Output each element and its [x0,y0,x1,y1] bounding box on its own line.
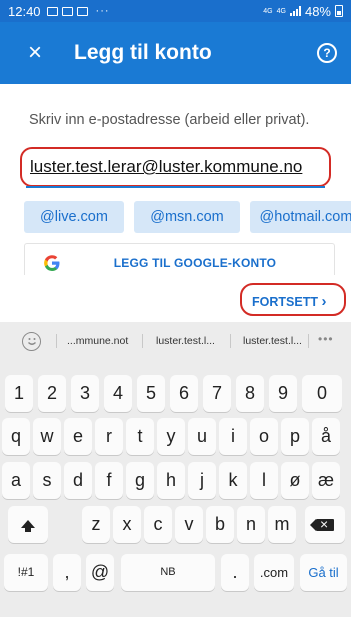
key-j[interactable]: j [188,462,216,499]
key-4[interactable]: 4 [104,375,132,412]
key-x[interactable]: x [113,506,141,543]
signal-icon [289,6,301,16]
key-6[interactable]: 6 [170,375,198,412]
key-9[interactable]: 9 [269,375,297,412]
domain-chip-hotmail[interactable]: @hotmail.com [250,201,351,233]
chevron-right-icon: › [321,293,327,310]
network-4g-icon: 4G [263,8,272,15]
message-notification-icon [61,6,73,16]
page-title: Legg til konto [74,41,212,64]
key-d[interactable]: d [64,462,92,499]
suggestion-2[interactable]: luster.test.l... [156,335,215,347]
battery-percent: 48% [304,3,331,19]
key-f[interactable]: f [95,462,123,499]
suggestion-separator [230,334,231,348]
key-p[interactable]: p [281,418,309,455]
key-c[interactable]: c [144,506,172,543]
battery-icon [335,5,343,17]
email-input-underline [26,186,325,188]
key-oe[interactable]: ø [281,462,309,499]
key-i[interactable]: i [219,418,247,455]
key-b[interactable]: b [206,506,234,543]
email-highlight [20,147,331,187]
network-4g-label-1: 4G [263,7,273,15]
emoji-icon[interactable] [22,332,41,351]
key-a[interactable]: a [2,462,30,499]
continue-button-label: FORTSETT [252,295,318,309]
key-s[interactable]: s [33,462,61,499]
key-3[interactable]: 3 [71,375,99,412]
key-v[interactable]: v [175,506,203,543]
symbols-key[interactable]: !#1 [4,554,48,591]
app-bar: × Legg til konto ? [0,22,351,84]
suggestion-separator [308,334,309,348]
key-5[interactable]: 5 [137,375,165,412]
key-m[interactable]: m [268,506,296,543]
email-input[interactable] [30,154,320,180]
dot-com-key[interactable]: .com [254,554,294,591]
key-k[interactable]: k [219,462,247,499]
status-bar: 12:40 ··· 4G 4G 48% [0,0,351,22]
suggestion-1[interactable]: ...mmune.not [67,335,128,347]
image-notification-icon [46,6,58,16]
key-r[interactable]: r [95,418,123,455]
more-suggestions-icon[interactable]: ••• [318,332,334,346]
backspace-key[interactable] [305,506,345,543]
help-icon[interactable]: ? [317,43,337,63]
suggestion-separator [142,334,143,348]
key-7[interactable]: 7 [203,375,231,412]
domain-chip-live[interactable]: @live.com [24,201,124,233]
domain-suggestions: @live.com @msn.com @hotmail.com [24,201,351,233]
key-0[interactable]: 0 [302,375,342,412]
network-4g-icon-2: 4G [277,8,286,15]
key-g[interactable]: g [126,462,154,499]
continue-highlight: FORTSETT › [240,283,346,316]
google-button-label: LEGG TIL GOOGLE-KONTO [113,256,277,270]
status-time: 12:40 [8,3,41,19]
suggestion-3[interactable]: luster.test.l... [243,335,302,347]
key-h[interactable]: h [157,462,185,499]
backspace-icon [310,515,334,533]
google-logo-icon [44,255,60,271]
close-button[interactable]: × [16,34,54,72]
more-notifications-icon: ··· [95,5,110,17]
network-4g-label-2: 4G [276,7,286,15]
key-aa[interactable]: å [312,418,340,455]
key-t[interactable]: t [126,418,154,455]
key-ae[interactable]: æ [312,462,340,499]
key-y[interactable]: y [157,418,185,455]
suggestion-separator [56,334,57,348]
key-2[interactable]: 2 [38,375,66,412]
key-u[interactable]: u [188,418,216,455]
key-1[interactable]: 1 [5,375,33,412]
key-n[interactable]: n [237,506,265,543]
key-w[interactable]: w [33,418,61,455]
keyboard-suggestion-bar: ...mmune.not luster.test.l... luster.tes… [0,322,351,362]
key-at[interactable]: @ [86,554,114,591]
email-instruction: Skriv inn e-postadresse (arbeid eller pr… [29,112,310,128]
continue-button[interactable]: FORTSETT › [252,293,326,310]
key-e[interactable]: e [64,418,92,455]
key-l[interactable]: l [250,462,278,499]
on-screen-keyboard: ...mmune.not luster.test.l... luster.tes… [0,322,351,617]
chat-notification-icon [76,6,88,16]
key-q[interactable]: q [2,418,30,455]
go-key[interactable]: Gå til [300,554,347,591]
domain-chip-msn[interactable]: @msn.com [134,201,240,233]
key-period[interactable]: . [221,554,249,591]
key-z[interactable]: z [82,506,110,543]
key-o[interactable]: o [250,418,278,455]
shift-icon [21,520,35,532]
shift-key[interactable] [8,506,48,543]
key-8[interactable]: 8 [236,375,264,412]
add-google-account-button[interactable]: LEGG TIL GOOGLE-KONTO [24,243,335,275]
space-key[interactable]: NB [121,554,215,591]
key-comma[interactable]: , [53,554,81,591]
